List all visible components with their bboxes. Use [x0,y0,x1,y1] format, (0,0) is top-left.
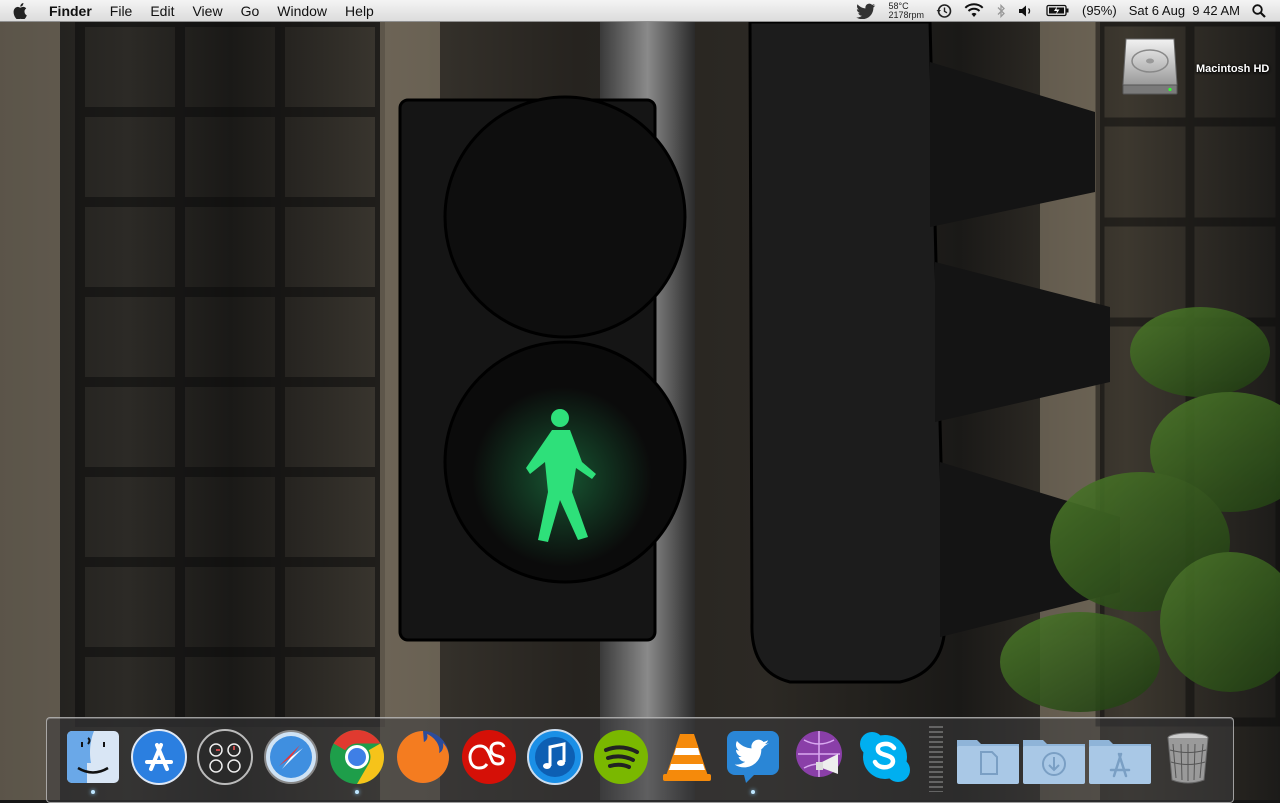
dashboard-icon [197,729,253,785]
running-indicator [91,790,95,794]
hard-drive-icon [1120,35,1180,102]
itunes-icon [527,729,583,785]
dock-finder[interactable] [64,728,122,794]
time-machine-icon[interactable] [936,3,952,19]
chrome-icon [330,730,385,784]
spotify-icon [594,730,648,784]
dock-firefox[interactable] [394,728,452,786]
app-store-icon [131,729,187,785]
dock-vlc[interactable] [658,728,716,786]
traffic-light-photo [0,22,1280,800]
growl-icon [796,731,842,777]
dock [46,717,1234,803]
app-menu-finder[interactable]: Finder [40,0,101,22]
applications-folder-icon [1089,740,1151,784]
lastfm-icon [462,730,516,784]
battery-icon[interactable] [1046,4,1070,17]
volume-icon[interactable] [1018,4,1034,18]
menu-edit[interactable]: Edit [141,0,183,22]
drive-label: Macintosh HD [1196,62,1270,75]
dock-trash[interactable] [1159,728,1217,786]
fan-speed: 2178rpm [888,9,924,20]
dock-chrome[interactable] [328,728,386,794]
dock-skype[interactable] [856,728,914,786]
menu-window[interactable]: Window [268,0,336,22]
desktop-wallpaper [0,22,1280,800]
macintosh-hd-desktop-icon[interactable]: Macintosh HD [1120,35,1269,102]
temperature-widget[interactable]: 58°C 2178rpm [888,1,924,20]
twitter-icon[interactable] [856,3,876,19]
dock-itunes[interactable] [526,728,584,786]
spotlight-icon[interactable] [1252,3,1266,18]
dock-spotify[interactable] [592,728,650,786]
menu-view[interactable]: View [183,0,231,22]
status-area: 58°C 2178rpm (95%) Sat 6 Aug 9 42 AM [850,0,1280,22]
bluetooth-icon[interactable] [996,3,1006,19]
skype-icon [860,732,910,782]
menu-go[interactable]: Go [232,0,269,22]
dock-separator[interactable] [929,726,943,792]
dock-twitter[interactable] [724,728,782,794]
documents-folder-icon [957,740,1019,784]
dock-growl[interactable] [790,728,848,786]
battery-percentage[interactable]: (95%) [1082,3,1117,18]
dock-lastfm[interactable] [460,728,518,786]
apple-icon[interactable] [0,2,40,19]
safari-icon [264,730,318,784]
menu-file[interactable]: File [101,0,142,22]
dock-applications-folder[interactable] [1087,728,1153,786]
dock-safari[interactable] [262,728,320,786]
wifi-icon[interactable] [964,3,984,18]
running-indicator [751,790,755,794]
dock-documents-folder[interactable] [955,728,1021,786]
clock[interactable]: Sat 6 Aug 9 42 AM [1129,3,1240,18]
dock-downloads-folder[interactable] [1021,728,1087,786]
menu-bar: Finder File Edit View Go Window Help 58°… [0,0,1280,22]
running-indicator [355,790,359,794]
dock-app-store[interactable] [130,728,188,786]
firefox-icon [397,731,449,783]
finder-icon [67,731,119,783]
trash-icon [1167,732,1209,784]
dock-dashboard[interactable] [196,728,254,786]
downloads-folder-icon [1023,740,1085,784]
vlc-icon [663,734,711,781]
menu-help[interactable]: Help [336,0,383,22]
twitter-bird-icon [727,731,779,783]
